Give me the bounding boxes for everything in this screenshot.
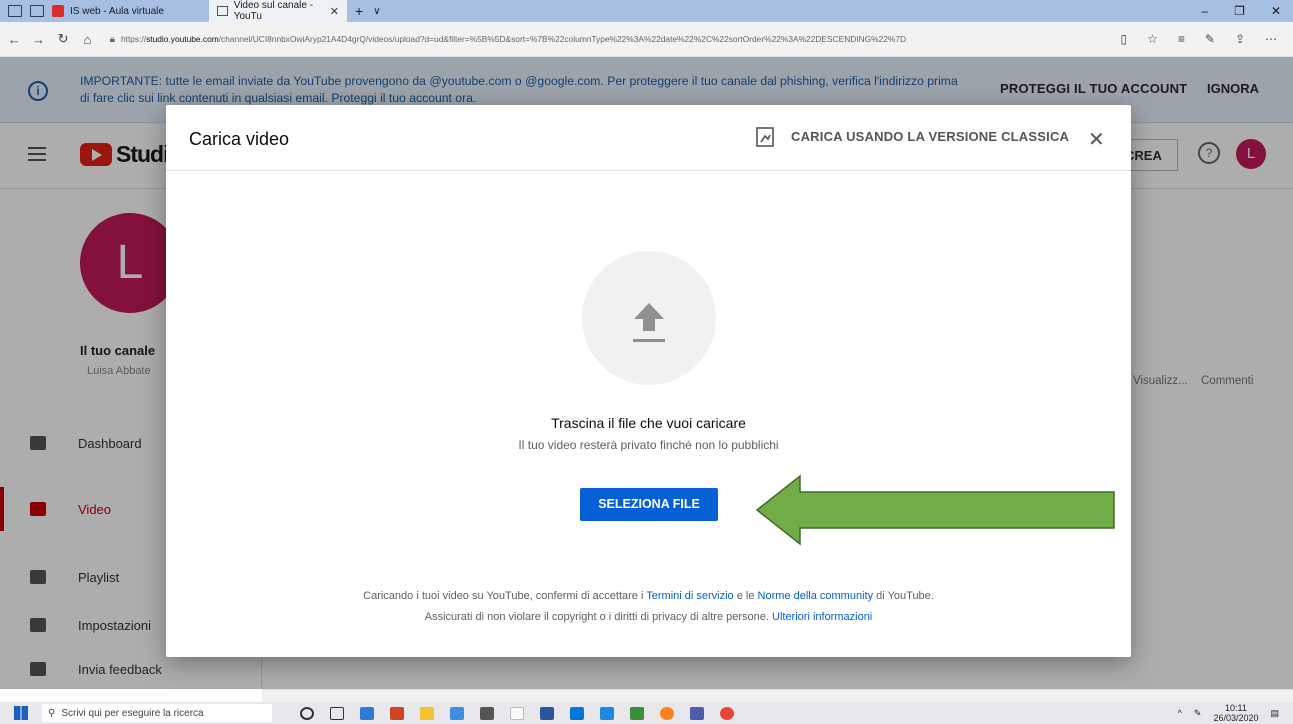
file-explorer-icon[interactable] [420,706,434,720]
upload-dialog: Carica video CARICA USANDO LA VERSIONE C… [166,105,1131,657]
pen-icon[interactable]: ✎ [1205,32,1215,46]
taskbar-apps [300,706,734,720]
tab-label: IS web - Aula virtuale [70,5,164,17]
document-icon[interactable] [510,706,524,720]
clock-time: 10:11 [1225,703,1247,713]
close-icon[interactable]: ✕ [1088,127,1105,152]
browser-tab-youtube[interactable]: Video sul canale - YouTu ✕ [209,0,347,22]
upload-arrow-icon [633,303,665,342]
classic-upload-link[interactable]: CARICA USANDO LA VERSIONE CLASSICA [791,129,1069,144]
close-window-icon[interactable]: ✕ [1271,4,1281,18]
word-icon[interactable] [540,706,554,720]
legal-text: Caricando i tuoi video su YouTube, confe… [363,590,647,602]
maximize-icon[interactable]: ❐ [1234,4,1245,18]
more-icon[interactable]: ⋯ [1265,32,1277,46]
upload-drop-zone[interactable] [582,251,716,385]
tab-label: Video sul canale - YouTu [233,0,314,22]
powerpoint-icon[interactable] [390,706,404,720]
windows-start-icon[interactable] [14,706,28,720]
tab-preview-icon[interactable] [30,5,44,17]
windows-taskbar: ⚲ Scrivi qui per eseguire la ricerca ^ ✎… [0,702,1293,724]
pen-tray-icon[interactable]: ✎ [1194,708,1202,719]
tripadvisor-icon[interactable] [630,706,644,720]
refresh-icon[interactable]: ↻ [53,31,73,47]
legal-text: di YouTube. [873,590,934,602]
url-domain: studio.youtube.com [146,34,219,44]
tab-frame-icon [217,6,228,16]
task-view-icon[interactable] [330,706,344,720]
reading-view-icon[interactable]: ▯ [1121,32,1128,46]
forward-icon[interactable]: → [28,32,48,47]
home-icon[interactable]: ⌂ [77,32,97,47]
favorite-star-icon[interactable]: ☆ [1147,32,1158,46]
terms-link[interactable]: Termini di servizio [646,590,733,602]
upload-dialog-header: Carica video CARICA USANDO LA VERSIONE C… [166,105,1131,171]
site-favicon-icon [52,5,64,17]
edge-browser-icon[interactable] [600,706,614,720]
minimize-icon[interactable]: – [1201,4,1208,18]
lock-icon: 🔒︎ [109,33,115,45]
classic-upload-icon[interactable] [756,127,774,147]
close-tab-icon[interactable]: ✕ [330,5,339,18]
chrome-icon[interactable] [720,706,734,720]
url-path: /channel/UCI8nnbxOwiAryp21A4D4grQ/videos… [218,34,907,44]
browser-tab-aula[interactable]: IS web - Aula virtuale [44,0,209,22]
annotation-arrow [755,474,1115,546]
window-controls: – ❐ ✕ [1201,4,1293,18]
tab-actions-icon[interactable] [8,5,22,17]
url-prefix: https:// [120,34,147,44]
clock[interactable]: 10:11 26/03/2020 [1213,703,1258,723]
browser-tab-strip: IS web - Aula virtuale Video sul canale … [0,0,1293,22]
system-tray: ^ ✎ 10:11 26/03/2020 ▤ [1178,703,1293,723]
more-info-link[interactable]: Ulteriori informazioni [772,611,872,623]
horizontal-scrollbar[interactable] [262,689,1293,702]
legal-text: Assicurati di non violare il copyright o… [424,611,772,623]
legal-text: e le [733,590,758,602]
drop-subtitle: Il tuo video resterà privato finché non … [518,438,779,452]
clock-date: 26/03/2020 [1213,713,1259,723]
skype-icon[interactable] [570,706,584,720]
chevron-up-icon[interactable]: ^ [1178,708,1182,718]
dialog-title: Carica video [189,129,290,149]
cortana-icon[interactable] [300,706,314,720]
address-bar[interactable]: 🔒︎ https://studio.youtube.com/channel/UC… [110,27,1121,51]
store-icon[interactable] [450,706,464,720]
back-icon[interactable]: ← [4,32,24,47]
calculator-icon[interactable] [690,706,704,720]
chevron-down-icon[interactable]: ∨ [373,6,380,17]
browser-toolbar: ▯ ☆ ≡ ✎ ⇪ ⋯ [1121,32,1293,46]
favorites-hub-icon[interactable]: ≡ [1178,32,1185,46]
share-icon[interactable]: ⇪ [1235,32,1245,46]
notifications-icon[interactable]: ▤ [1270,708,1279,719]
taskbar-search[interactable]: ⚲ Scrivi qui per eseguire la ricerca [42,704,272,722]
select-file-button[interactable]: SELEZIONA FILE [580,488,718,521]
taskbar-search-placeholder: Scrivi qui per eseguire la ricerca [61,707,204,719]
browser-navbar: ← → ↻ ⌂ 🔒︎ https://studio.youtube.com/ch… [0,22,1293,57]
legal-notice: Caricando i tuoi video su YouTube, confe… [166,586,1131,628]
shopping-icon[interactable] [480,706,494,720]
new-tab-icon[interactable]: + [355,3,363,19]
edge-app-icon[interactable] [360,706,374,720]
firefox-icon[interactable] [660,706,674,720]
community-guidelines-link[interactable]: Norme della community [758,590,874,602]
search-icon: ⚲ [48,707,56,719]
drop-title: Trascina il file che vuoi caricare [551,415,746,431]
